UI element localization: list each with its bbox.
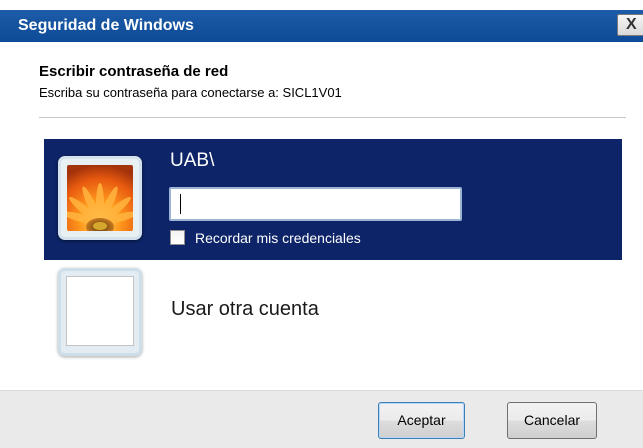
title-bar[interactable]: Seguridad de Windows X <box>0 10 643 42</box>
blank-avatar-image <box>66 276 134 346</box>
text-caret <box>180 194 181 214</box>
credential-dialog: Seguridad de Windows X Escribir contrase… <box>0 0 643 448</box>
close-icon: X <box>626 16 637 33</box>
blank-avatar-icon <box>58 268 142 356</box>
domain-label: UAB\ <box>170 150 215 171</box>
dialog-subheading: Escriba su contraseña para conectarse a:… <box>39 85 342 100</box>
remember-checkbox[interactable] <box>170 230 185 245</box>
window-title: Seguridad de Windows <box>18 17 194 34</box>
other-account-label[interactable]: Usar otra cuenta <box>171 298 319 321</box>
separator <box>39 117 626 118</box>
avatar <box>58 156 142 240</box>
remember-label[interactable]: Recordar mis credenciales <box>195 230 361 246</box>
ok-button[interactable]: Aceptar <box>378 402 465 439</box>
close-button[interactable]: X <box>617 14 643 36</box>
cancel-button[interactable]: Cancelar <box>507 402 597 439</box>
password-field[interactable] <box>169 187 462 221</box>
flower-avatar-icon <box>67 165 133 231</box>
dialog-heading: Escribir contraseña de red <box>39 63 229 80</box>
